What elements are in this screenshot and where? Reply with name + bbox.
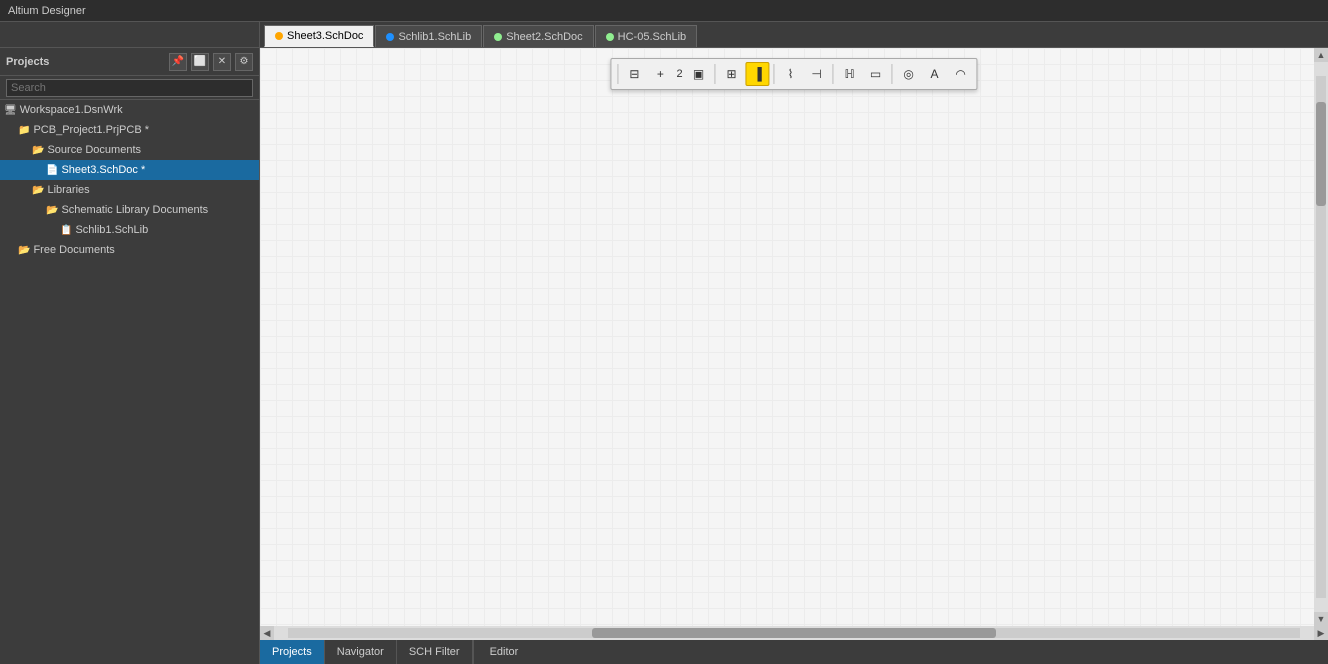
scroll-left-arrow[interactable]: ◀ [260, 626, 274, 640]
editor-toolbar: ⊟+2 ▣ ⊞▐ ⌇⊣ ℍ▭ ◎A◠ [610, 58, 977, 90]
tab-label-sheet3: Sheet3.SchDoc [287, 30, 363, 42]
tree-label: Sheet3.SchDoc * [61, 164, 145, 176]
tree-item-schematic-library-documents[interactable]: 📂Schematic Library Documents [0, 200, 259, 220]
toolbar-btn-text[interactable]: ℍ [838, 62, 862, 86]
tree-item-workspace1-dsnwrk[interactable]: 🖥Workspace1.DsnWrk [0, 100, 259, 120]
scroll-right-arrow[interactable]: ▶ [1314, 626, 1328, 640]
scroll-down-arrow[interactable]: ▼ [1314, 612, 1328, 626]
tab-label-schlib1: Schlib1.SchLib [398, 31, 471, 43]
tree-icon-folder: 📂 [32, 145, 44, 156]
toolbar-sep-7 [833, 64, 834, 84]
tab-sheet3[interactable]: Sheet3.SchDoc [264, 25, 374, 47]
toolbar-btn-netport[interactable]: ⊣ [805, 62, 829, 86]
toolbar-btn-select[interactable]: ▣ [687, 62, 711, 86]
bottom-layout: ProjectsNavigatorSCH Filter Editor [0, 640, 1328, 664]
tab-sheet2[interactable]: Sheet2.SchDoc [483, 25, 593, 47]
tree-icon-workspace: 🖥 [4, 105, 17, 116]
sidebar-menu-btn[interactable]: ⚙ [235, 53, 253, 71]
status-tabs: ProjectsNavigatorSCH Filter [260, 640, 473, 664]
tree-container: 🖥Workspace1.DsnWrk📁PCB_Project1.PrjPCB *… [0, 100, 259, 640]
status-tab-projects[interactable]: Projects [260, 640, 325, 664]
tree-label: Source Documents [47, 144, 141, 156]
h-scroll-thumb[interactable] [592, 628, 997, 638]
tab-bar: Sheet3.SchDoc Schlib1.SchLib Sheet2.SchDoc… [0, 22, 1328, 48]
sidebar-actions: 📌 ⬜ ✕ ⚙ [169, 53, 253, 71]
tree-icon-folder: 📂 [32, 185, 44, 196]
toolbar-btn-label[interactable]: A [923, 62, 947, 86]
tree-item-sheet3-schdoc--[interactable]: 📄Sheet3.SchDoc * [0, 160, 259, 180]
tree-icon-folder: 📂 [18, 245, 30, 256]
search-input[interactable] [6, 79, 253, 97]
tab-dot-hc05 [606, 33, 614, 41]
toolbar-sep-9 [892, 64, 893, 84]
tree-label: Free Documents [33, 244, 114, 256]
toolbar-btn-filter[interactable]: ⊟ [622, 62, 646, 86]
tree-label: Schematic Library Documents [61, 204, 208, 216]
tree-label: PCB_Project1.PrjPCB * [33, 124, 149, 136]
h-scroll-track[interactable] [288, 628, 1300, 638]
scroll-up-arrow[interactable]: ▲ [1314, 48, 1328, 62]
status-tab-sch_filter[interactable]: SCH Filter [397, 640, 473, 664]
tab-label-sheet2: Sheet2.SchDoc [506, 31, 582, 43]
app-title: Altium Designer [8, 5, 86, 17]
tab-container: Sheet3.SchDoc Schlib1.SchLib Sheet2.SchDoc… [260, 25, 698, 47]
title-bar: Altium Designer [0, 0, 1328, 22]
tree-item-pcb-project1-prjpcb--[interactable]: 📁PCB_Project1.PrjPCB * [0, 120, 259, 140]
toolbar-btn-pin[interactable]: ▐ [746, 62, 770, 86]
toolbar-btn-cross[interactable]: + [648, 62, 672, 86]
bottom-editor-bar: ProjectsNavigatorSCH Filter Editor [260, 640, 1328, 664]
toolbar-btn-circle[interactable]: ◎ [897, 62, 921, 86]
tree-icon-schdoc: 📄 [46, 165, 58, 176]
schematic-canvas [260, 48, 1328, 640]
cursor-label: 2 [676, 68, 682, 80]
toolbar-btn-rect[interactable]: ▭ [864, 62, 888, 86]
sidebar-close-btn[interactable]: ✕ [213, 53, 231, 71]
tree-item-free-documents[interactable]: 📂Free Documents [0, 240, 259, 260]
tab-hc05[interactable]: HC-05.SchLib [595, 25, 697, 47]
search-box [0, 76, 259, 100]
bottom-sidebar-space [0, 640, 260, 664]
tab-schlib1[interactable]: Schlib1.SchLib [375, 25, 482, 47]
tree-icon-project: 📁 [18, 125, 30, 136]
tree-item-source-documents[interactable]: 📂Source Documents [0, 140, 259, 160]
v-scroll-track[interactable] [1316, 76, 1326, 598]
tree-item-schlib1-schlib[interactable]: 📋Schlib1.SchLib [0, 220, 259, 240]
tree-label: Libraries [47, 184, 89, 196]
toolbar-btn-arc[interactable]: ◠ [949, 62, 973, 86]
sidebar-header: Projects 📌 ⬜ ✕ ⚙ [0, 48, 259, 76]
main-layout: Projects 📌 ⬜ ✕ ⚙ 🖥Workspace1.DsnWrk📁PCB_… [0, 48, 1328, 640]
tab-label-hc05: HC-05.SchLib [618, 31, 686, 43]
sidebar: Projects 📌 ⬜ ✕ ⚙ 🖥Workspace1.DsnWrk📁PCB_… [0, 48, 260, 640]
sidebar-pin-btn[interactable]: 📌 [169, 53, 187, 71]
sidebar-title: Projects [6, 56, 49, 68]
tree-label: Workspace1.DsnWrk [20, 104, 123, 116]
toolbar-btn-move[interactable]: ⊞ [720, 62, 744, 86]
toolbar-sep-0 [617, 64, 618, 84]
status-tab-navigator[interactable]: Navigator [325, 640, 397, 664]
tab-dot-schlib1 [386, 33, 394, 41]
tree-icon-folder: 📂 [46, 205, 58, 216]
tree-label: Schlib1.SchLib [75, 224, 148, 236]
tab-dot-sheet2 [494, 33, 502, 41]
toolbar-sep-5 [774, 64, 775, 84]
tab-dot-sheet3 [275, 32, 283, 40]
sidebar-float-btn[interactable]: ⬜ [191, 53, 209, 71]
toolbar-btn-wire[interactable]: ⌇ [779, 62, 803, 86]
editor-label: Editor [473, 640, 535, 664]
vertical-scrollbar[interactable]: ▲ ▼ [1314, 48, 1328, 626]
toolbar-sep-3 [715, 64, 716, 84]
tree-item-libraries[interactable]: 📂Libraries [0, 180, 259, 200]
v-scroll-thumb[interactable] [1316, 102, 1326, 206]
horizontal-scrollbar[interactable]: ◀ ▶ [260, 626, 1328, 640]
editor-area: ⊟+2 ▣ ⊞▐ ⌇⊣ ℍ▭ ◎A◠ ▲ ▼ ◀ ▶ [260, 48, 1328, 640]
tree-icon-schlib: 📋 [60, 225, 72, 236]
